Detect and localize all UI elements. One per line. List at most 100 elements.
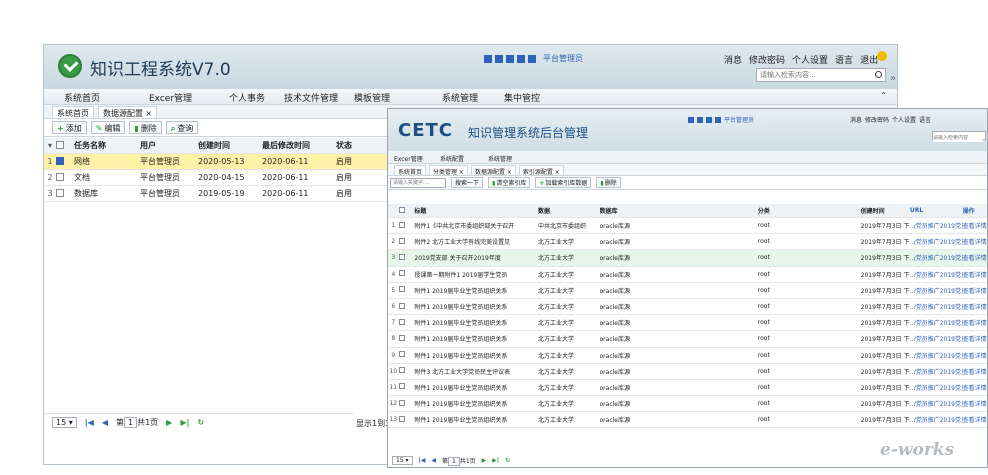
- cell-actions[interactable]: 查看详情: [963, 302, 987, 311]
- cell-actions[interactable]: 查看详情: [963, 270, 987, 279]
- tab-datasource[interactable]: 数据源配置 ×: [98, 106, 158, 118]
- col-actions[interactable]: 操作: [963, 206, 987, 215]
- col-url[interactable]: URL: [910, 207, 963, 214]
- row-checkbox[interactable]: [398, 221, 405, 228]
- col-created[interactable]: 创建时间: [861, 206, 910, 215]
- cell-actions[interactable]: 查看详情: [963, 415, 987, 424]
- row-checkbox[interactable]: [398, 399, 405, 406]
- cell-url[interactable]: ../党员推广2019党员: [910, 253, 963, 262]
- search-input[interactable]: [757, 69, 869, 81]
- table-row[interactable]: 13 附件1 2019届毕业生党员组织关系 北方工业大学 oracle库源 root 20…: [388, 412, 987, 429]
- row-checkbox[interactable]: [56, 172, 64, 181]
- edit-button[interactable]: ✎ 编辑: [90, 121, 126, 134]
- nav-excer[interactable]: Excer管理: [149, 91, 192, 104]
- row-checkbox[interactable]: [56, 156, 64, 165]
- nav-central-control[interactable]: 集中管控: [504, 91, 540, 104]
- cell-url[interactable]: ../党员推广2019党员: [910, 221, 963, 230]
- color-theme-icon[interactable]: [715, 116, 721, 123]
- expand-icon[interactable]: »: [890, 73, 896, 84]
- nav-system-config[interactable]: 系统配置: [440, 154, 464, 163]
- table-row[interactable]: 8 附件1 2019届毕业生党员组织关系 北方工业大学 oracle库源 root 201…: [388, 331, 987, 348]
- delete-button[interactable]: ▮删除: [596, 177, 621, 188]
- personal-settings-link[interactable]: 个人设置: [892, 115, 916, 124]
- cell-url[interactable]: ../党员推广2019党员: [910, 334, 963, 343]
- cell-actions[interactable]: 查看详情: [963, 253, 987, 262]
- col-task-name[interactable]: 任务名称: [70, 140, 140, 151]
- select-all-checkbox[interactable]: [398, 206, 405, 213]
- table-row[interactable]: 3 数据库 平台管理员 2019-05-19 2020-06-11 启用: [44, 186, 389, 202]
- select-all-checkbox[interactable]: [56, 140, 64, 149]
- color-theme-icon[interactable]: [697, 116, 703, 123]
- table-row[interactable]: 11 附件1 2019届毕业生党员组织关系 北方工业大学 oracle库源 root 20…: [388, 380, 987, 397]
- page-size-select[interactable]: 15 ▾: [52, 417, 77, 428]
- cell-url[interactable]: ../党员推广2019党员: [910, 415, 963, 424]
- table-row[interactable]: 10 附件3 北方工业大学党员民主评议表 北方工业大学 oracle库源 root 201…: [388, 364, 987, 380]
- cell-actions[interactable]: 查看详情: [963, 351, 987, 360]
- cell-url[interactable]: ../党员推广2019党员: [910, 302, 963, 311]
- col-created[interactable]: 创建时间: [198, 140, 262, 151]
- color-theme-icon[interactable]: [706, 116, 712, 123]
- cell-actions[interactable]: 查看详情: [963, 334, 987, 343]
- row-checkbox[interactable]: [398, 253, 405, 260]
- query-button[interactable]: ⌕ 查询: [165, 121, 199, 134]
- col-user[interactable]: 用户: [140, 140, 198, 151]
- nav-system-manage[interactable]: 系统管理: [488, 154, 512, 163]
- nav-home[interactable]: 系统首页: [64, 91, 100, 104]
- next-page-icon[interactable]: ▶: [482, 457, 487, 464]
- search-button[interactable]: 搜索一下: [451, 177, 484, 188]
- cell-url[interactable]: ../党员推广2019党员: [910, 399, 963, 408]
- table-row[interactable]: 9 附件1 2019届毕业生党员组织关系 北方工业大学 oracle库源 root 201…: [388, 348, 987, 364]
- col-category[interactable]: 分类: [758, 206, 861, 215]
- refresh-icon[interactable]: ↻: [197, 418, 204, 427]
- row-checkbox[interactable]: [398, 270, 405, 277]
- nav-excer[interactable]: Excer管理: [394, 154, 423, 163]
- add-button[interactable]: + 添加: [52, 121, 87, 134]
- next-page-icon[interactable]: ▶: [166, 418, 172, 427]
- row-checkbox[interactable]: [398, 334, 405, 341]
- cell-url[interactable]: ../党员推广2019党员: [910, 286, 963, 295]
- tab-home[interactable]: 系统首页: [52, 106, 94, 118]
- nav-system[interactable]: 系统管理: [442, 91, 478, 104]
- row-checkbox[interactable]: [398, 383, 405, 390]
- last-page-icon[interactable]: ▶|: [180, 418, 189, 427]
- cell-url[interactable]: ../党员推广2019党员: [910, 270, 963, 279]
- language-link[interactable]: 语言: [835, 53, 853, 66]
- tab-home[interactable]: 系统首页: [394, 165, 427, 176]
- table-row[interactable]: 7 附件1 2019届毕业生党员组织关系 北方工业大学 oracle库源 root 201…: [388, 315, 987, 332]
- table-row[interactable]: 2 文档 平台管理员 2020-04-15 2020-06-11 启用: [44, 170, 389, 186]
- col-database[interactable]: 数据库: [600, 206, 758, 215]
- color-theme-icon[interactable]: [495, 54, 503, 63]
- tab-datasource[interactable]: 数据源配置 ×: [470, 165, 516, 176]
- first-page-icon[interactable]: |◀: [85, 418, 94, 427]
- color-theme-icon[interactable]: [528, 54, 536, 63]
- table-row[interactable]: 3 2019党支部 关于召开2019年度 北方工业大学 oracle库源 root 201…: [388, 250, 987, 267]
- change-password-link[interactable]: 修改密码: [749, 53, 785, 66]
- row-checkbox[interactable]: [398, 415, 405, 422]
- row-checkbox[interactable]: [398, 302, 405, 309]
- nav-personal[interactable]: 个人事务: [229, 91, 265, 104]
- notification-icon[interactable]: [877, 51, 887, 61]
- cell-actions[interactable]: 查看详情: [963, 286, 987, 295]
- tab-index-source[interactable]: 索引源配置 ×: [518, 165, 564, 176]
- table-row[interactable]: 2 附件2 北方工业大学有线完美设置见 北方工业大学 oracle库源 root 2019…: [388, 234, 987, 251]
- cell-actions[interactable]: 查看详情: [963, 367, 987, 376]
- collapse-icon[interactable]: ⌃: [880, 91, 887, 100]
- search-icon[interactable]: [875, 71, 882, 78]
- sort-icon[interactable]: ▾: [44, 141, 56, 150]
- nav-templates[interactable]: 模板管理: [354, 91, 390, 104]
- page-size-select[interactable]: 15 ▾: [392, 455, 413, 465]
- last-page-icon[interactable]: ▶|: [492, 457, 499, 464]
- search-input[interactable]: [933, 134, 983, 142]
- cell-url[interactable]: ../党员推广2019党员: [910, 237, 963, 246]
- color-theme-icon[interactable]: [688, 116, 694, 123]
- cell-actions[interactable]: 查看详情: [963, 237, 987, 246]
- page-input[interactable]: 1: [448, 456, 460, 466]
- table-row[interactable]: 6 附件1 2019届毕业生党员组织关系 北方工业大学 oracle库源 root 201…: [388, 299, 987, 316]
- table-row[interactable]: 1 网络 平台管理员 2020-05-13 2020-06-11 启用: [44, 154, 389, 170]
- tab-category[interactable]: 分类管理 ×: [429, 165, 468, 176]
- row-checkbox[interactable]: [398, 318, 405, 325]
- cell-url[interactable]: ../党员推广2019党员: [910, 318, 963, 327]
- row-checkbox[interactable]: [398, 286, 405, 293]
- col-status[interactable]: 状态: [336, 140, 376, 151]
- row-checkbox[interactable]: [56, 188, 64, 197]
